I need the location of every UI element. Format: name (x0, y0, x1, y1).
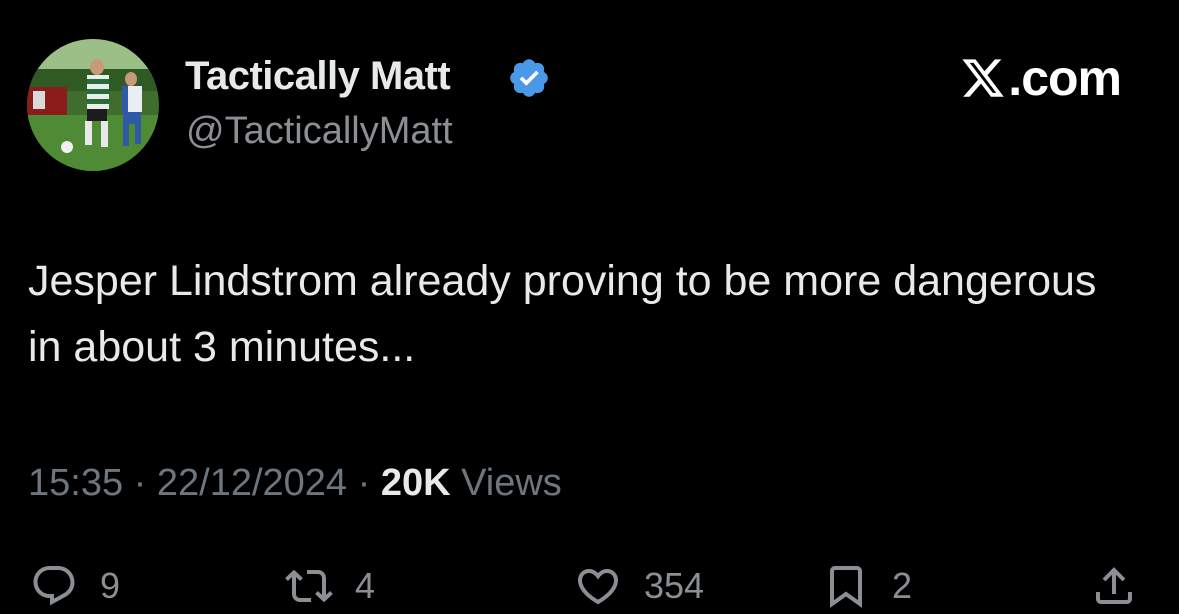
reply-button[interactable]: 9 (30, 558, 120, 614)
like-button[interactable]: 354 (574, 558, 704, 614)
tweet-date[interactable]: 22/12/2024 (157, 462, 347, 504)
like-count: 354 (644, 565, 705, 606)
repost-count: 4 (355, 565, 376, 606)
tweet-time[interactable]: 15:35 (28, 462, 123, 504)
repost-button[interactable]: 4 (285, 558, 375, 614)
meta-separator: · (357, 462, 371, 504)
share-button[interactable] (1090, 558, 1138, 614)
bookmark-icon (830, 566, 862, 608)
brand-suffix: .com (1008, 50, 1122, 106)
verified-badge-icon (510, 59, 548, 97)
views-count: 20K (380, 462, 451, 504)
tweet-text: Jesper Lindstrom already proving to be m… (28, 257, 1097, 371)
brand-watermark: .com (960, 50, 1122, 106)
display-name[interactable]: Tactically Matt (185, 54, 451, 99)
action-bar: 9 4 354 2 (0, 558, 1179, 614)
tweet-meta: 15:35 · 22/12/2024 · 20K Views (28, 462, 562, 505)
avatar[interactable] (27, 39, 159, 171)
bookmark-button[interactable]: 2 (822, 558, 912, 614)
x-logo-icon (962, 59, 1005, 97)
repost-icon (285, 569, 333, 603)
views-label: Views (461, 462, 562, 504)
reply-count: 9 (100, 565, 121, 606)
bookmark-count: 2 (892, 565, 913, 606)
reply-icon (33, 566, 75, 606)
share-icon (1096, 567, 1132, 604)
tweet-card: Tactically Matt @TacticallyMatt .com Jes… (0, 0, 1179, 614)
handle[interactable]: @TacticallyMatt (186, 110, 453, 153)
avatar-image (27, 39, 159, 171)
meta-separator: · (133, 462, 147, 504)
heart-icon (577, 569, 619, 605)
